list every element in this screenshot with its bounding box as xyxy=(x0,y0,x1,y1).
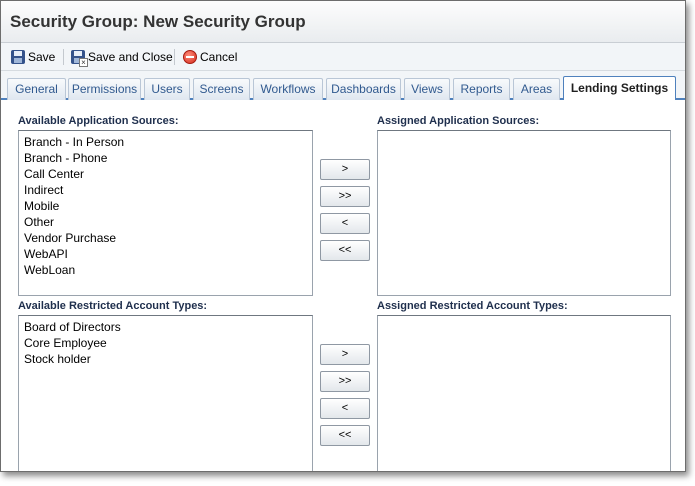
save-button-label: Save xyxy=(28,50,56,64)
tab-lending-settings[interactable]: Lending Settings xyxy=(563,76,676,100)
add-all-sources-button[interactable]: >> xyxy=(320,186,370,207)
save-and-close-button[interactable]: × Save and Close xyxy=(71,43,173,71)
available-restricted-account-types-label: Available Restricted Account Types: xyxy=(18,300,208,312)
list-item[interactable]: Branch - Phone xyxy=(19,150,312,166)
lending-settings-panel: Available Application Sources: Assigned … xyxy=(1,100,685,471)
add-selected-source-button[interactable]: > xyxy=(320,159,370,180)
remove-all-account-types-button[interactable]: << xyxy=(320,425,370,446)
tab-general[interactable]: General xyxy=(7,78,66,100)
toolbar-separator xyxy=(174,49,175,65)
cancel-button[interactable]: Cancel xyxy=(183,43,237,71)
toolbar: Save × Save and Close Cancel xyxy=(1,43,685,71)
add-selected-account-type-button[interactable]: > xyxy=(320,344,370,365)
security-group-window: Security Group: New Security Group Save … xyxy=(0,0,686,472)
assigned-application-sources-label: Assigned Application Sources: xyxy=(377,115,540,127)
tab-permissions[interactable]: Permissions xyxy=(68,78,141,100)
list-item[interactable]: Stock holder xyxy=(19,351,312,367)
cancel-button-label: Cancel xyxy=(200,50,238,64)
tab-dashboards[interactable]: Dashboards xyxy=(326,78,401,100)
title-bar: Security Group: New Security Group xyxy=(1,1,685,43)
list-item[interactable]: Other xyxy=(19,214,312,230)
list-item[interactable]: Call Center xyxy=(19,166,312,182)
tab-reports[interactable]: Reports xyxy=(453,78,510,100)
remove-selected-source-button[interactable]: < xyxy=(320,213,370,234)
save-close-icon: × xyxy=(71,50,88,67)
list-item[interactable]: Branch - In Person xyxy=(19,134,312,150)
tab-users[interactable]: Users xyxy=(144,78,190,100)
tab-screens[interactable]: Screens xyxy=(193,78,250,100)
remove-selected-account-type-button[interactable]: < xyxy=(320,398,370,419)
list-item[interactable]: Board of Directors xyxy=(19,319,312,335)
floppy-disk-icon xyxy=(11,50,25,64)
toolbar-separator xyxy=(63,49,64,65)
tab-areas[interactable]: Areas xyxy=(513,78,560,100)
cancel-icon xyxy=(183,50,197,64)
save-button[interactable]: Save xyxy=(11,43,55,71)
save-and-close-label: Save and Close xyxy=(88,50,173,64)
list-item[interactable]: Indirect xyxy=(19,182,312,198)
available-restricted-account-types-list[interactable]: Board of Directors Core Employee Stock h… xyxy=(18,315,313,471)
list-item[interactable]: Mobile xyxy=(19,198,312,214)
assigned-restricted-account-types-label: Assigned Restricted Account Types: xyxy=(377,300,568,312)
available-application-sources-list[interactable]: Branch - In Person Branch - Phone Call C… xyxy=(18,130,313,296)
list-item[interactable]: WebAPI xyxy=(19,246,312,262)
assigned-restricted-account-types-list[interactable] xyxy=(377,315,671,471)
add-all-account-types-button[interactable]: >> xyxy=(320,371,370,392)
available-application-sources-label: Available Application Sources: xyxy=(18,115,179,127)
tab-bar: General Permissions Users Screens Workfl… xyxy=(1,71,685,100)
page-title: Security Group: New Security Group xyxy=(10,12,306,31)
list-item[interactable]: Vendor Purchase xyxy=(19,230,312,246)
tab-views[interactable]: Views xyxy=(404,78,450,100)
list-item[interactable]: Core Employee xyxy=(19,335,312,351)
remove-all-sources-button[interactable]: << xyxy=(320,240,370,261)
assigned-application-sources-list[interactable] xyxy=(377,130,671,296)
tab-workflows[interactable]: Workflows xyxy=(253,78,323,100)
list-item[interactable]: WebLoan xyxy=(19,262,312,278)
